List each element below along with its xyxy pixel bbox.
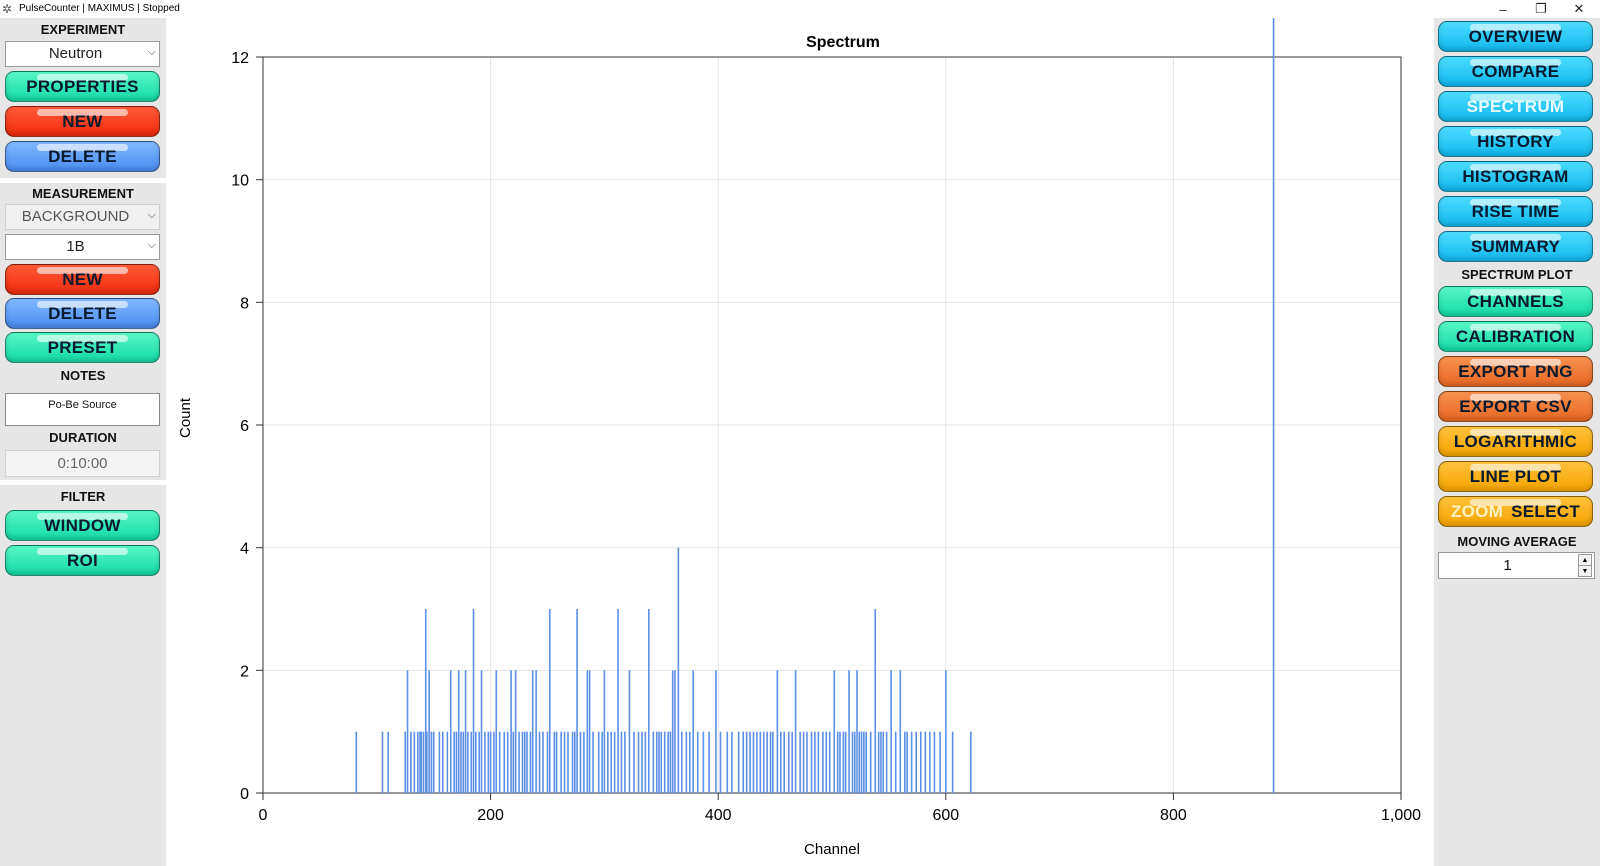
zoom-label: ZOOM <box>1450 501 1504 521</box>
preset-button[interactable]: PRESET <box>5 332 160 363</box>
new-measurement-button[interactable]: NEW <box>5 264 160 295</box>
app-icon: ✲ <box>2 2 13 16</box>
y-tick-label: 12 <box>231 50 249 67</box>
y-axis-title: Count <box>177 397 194 438</box>
stepper-down-icon[interactable]: ▼ <box>1578 565 1592 577</box>
y-tick-label: 6 <box>240 418 249 435</box>
new-experiment-button[interactable]: NEW <box>5 106 160 137</box>
x-axis-title: Channel <box>804 841 860 858</box>
y-tick-label: 4 <box>240 541 249 558</box>
zoom-select-button[interactable]: ZOOM SELECT <box>1438 496 1593 527</box>
logarithmic-button[interactable]: LOGARITHMIC <box>1438 426 1593 457</box>
restore-icon[interactable]: ❐ <box>1526 0 1556 18</box>
delete-experiment-button[interactable]: DELETE <box>5 141 160 172</box>
delete-measurement-button[interactable]: DELETE <box>5 298 160 329</box>
x-tick-label: 0 <box>259 807 268 824</box>
x-tick-label: 1,000 <box>1381 807 1421 824</box>
chevron-down-icon: ⌵ <box>147 239 156 251</box>
duration-label: DURATION <box>49 430 117 445</box>
spectrum-chart[interactable]: 0 2 4 6 8 10 12 0 200 400 600 800 1,000 Spectrum Ch… <box>166 18 1434 866</box>
history-button[interactable]: HISTORY <box>1438 126 1593 157</box>
filter-label: FILTER <box>60 489 106 504</box>
moving-average-value: 1 <box>1503 557 1512 574</box>
x-tick-label: 800 <box>1160 807 1187 824</box>
x-tick-label: 200 <box>477 807 504 824</box>
y-tick-label: 2 <box>240 663 249 680</box>
moving-average-stepper[interactable]: 1 ▲ ▼ <box>1438 552 1595 579</box>
summary-button[interactable]: SUMMARY <box>1438 231 1593 262</box>
overview-button[interactable]: OVERVIEW <box>1438 21 1593 52</box>
measurement-select[interactable]: 1B ⌵ <box>5 234 160 260</box>
section-divider <box>0 480 166 485</box>
calibration-button[interactable]: CALIBRATION <box>1438 321 1593 352</box>
rise-time-button[interactable]: RISE TIME <box>1438 196 1593 227</box>
export-csv-button[interactable]: EXPORT CSV <box>1438 391 1593 422</box>
experiment-value: Neutron <box>48 45 103 62</box>
y-tick-label: 8 <box>240 295 249 312</box>
properties-button[interactable]: PROPERTIES <box>5 71 160 102</box>
measurement-label: MEASUREMENT <box>32 186 134 201</box>
moving-average-label: MOVING AVERAGE <box>1457 534 1577 549</box>
measurement-type-value: BACKGROUND <box>21 208 130 225</box>
export-png-button[interactable]: EXPORT PNG <box>1438 356 1593 387</box>
measurement-value: 1B <box>66 238 85 255</box>
right-panel: OVERVIEW COMPARE SPECTRUM HISTORY HISTOG… <box>1434 18 1600 866</box>
spectrum-plot-label: SPECTRUM PLOT <box>1461 267 1573 282</box>
duration-field: 0:10:00 <box>5 450 160 477</box>
spectrum-bars <box>355 18 1275 793</box>
chart-grid <box>262 56 1402 794</box>
x-axis: 0 200 400 600 800 1,000 <box>259 793 1421 824</box>
measurement-type-select[interactable]: BACKGROUND ⌵ <box>5 204 160 230</box>
select-label: SELECT <box>1511 501 1581 521</box>
compare-button[interactable]: COMPARE <box>1438 56 1593 87</box>
left-panel: EXPERIMENT Neutron ⌵ PROPERTIES NEW DELE… <box>0 18 166 866</box>
minimize-icon[interactable]: – <box>1488 0 1518 18</box>
experiment-label: EXPERIMENT <box>40 22 126 37</box>
y-tick-label: 10 <box>231 173 249 190</box>
section-divider <box>0 178 166 183</box>
notes-label: NOTES <box>60 368 106 383</box>
chevron-down-icon: ⌵ <box>147 209 156 221</box>
channels-button[interactable]: CHANNELS <box>1438 286 1593 317</box>
x-tick-label: 400 <box>705 807 732 824</box>
chevron-down-icon: ⌵ <box>147 46 156 58</box>
title-bar: ✲ PulseCounter | MAXIMUS | Stopped – ❐ ✕ <box>0 0 1600 18</box>
spectrum-button[interactable]: SPECTRUM <box>1438 91 1593 122</box>
chart-title: Spectrum <box>806 34 880 51</box>
roi-filter-button[interactable]: ROI <box>5 545 160 576</box>
notes-field[interactable]: Po-Be Source <box>5 393 160 426</box>
window-filter-button[interactable]: WINDOW <box>5 510 160 541</box>
window-title: PulseCounter | MAXIMUS | Stopped <box>19 3 180 14</box>
line-plot-button[interactable]: LINE PLOT <box>1438 461 1593 492</box>
y-axis: 0 2 4 6 8 10 12 <box>231 50 263 803</box>
experiment-select[interactable]: Neutron ⌵ <box>5 41 160 67</box>
close-icon[interactable]: ✕ <box>1564 0 1594 18</box>
y-tick-label: 0 <box>240 786 249 803</box>
histogram-button[interactable]: HISTOGRAM <box>1438 161 1593 192</box>
x-tick-label: 600 <box>932 807 959 824</box>
